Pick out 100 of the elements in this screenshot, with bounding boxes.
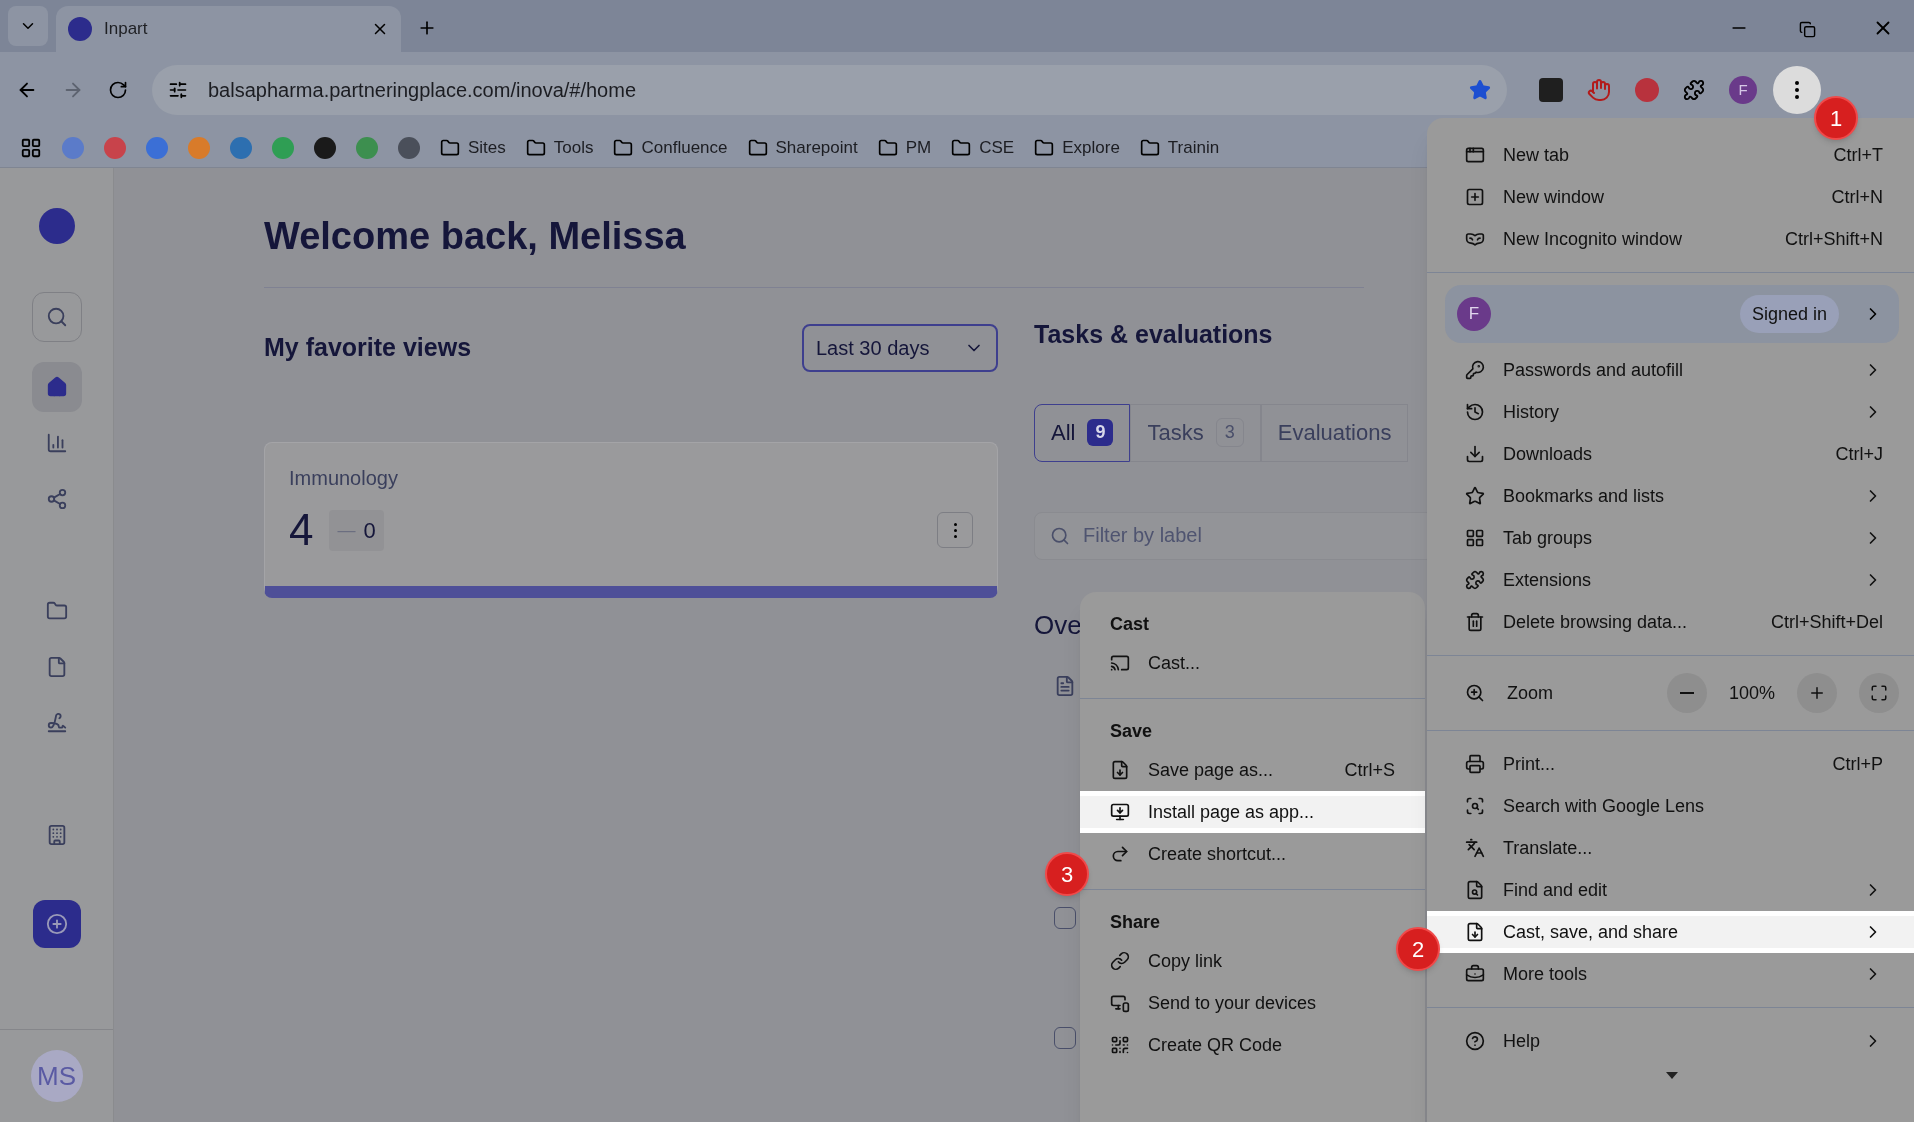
- section-title: My favorite views: [264, 332, 472, 364]
- new-window-icon: [1465, 187, 1485, 207]
- menu-item[interactable]: Find and edit: [1427, 869, 1914, 911]
- bookmark-folder[interactable]: Tools: [553, 134, 594, 161]
- translate-icon: [1465, 838, 1485, 858]
- minus-icon: [1679, 692, 1694, 694]
- app-logo-icon: [68, 17, 92, 41]
- star-icon[interactable]: [1469, 79, 1491, 101]
- menu-item[interactable]: Downloads Ctrl+J: [1427, 433, 1914, 475]
- folder-icon: [1034, 137, 1055, 158]
- menu-item[interactable]: Save page as... Ctrl+S: [1110, 749, 1395, 791]
- more-button[interactable]: [937, 512, 973, 548]
- address-bar[interactable]: balsapharma.partneringplace.com/inova/#/home: [152, 65, 1507, 115]
- zoom-in-button[interactable]: [1797, 673, 1837, 713]
- browser-tab[interactable]: Inpart: [56, 6, 401, 52]
- bookmark-folder[interactable]: CSE: [979, 134, 1015, 161]
- apps-icon[interactable]: [20, 136, 42, 159]
- count-badge: 3: [1215, 418, 1244, 447]
- menu-item[interactable]: Create shortcut...: [1110, 833, 1395, 875]
- bookmark-folder[interactable]: PM: [905, 134, 932, 161]
- site-icon[interactable]: [314, 136, 336, 159]
- bookmark-folder[interactable]: Sharepoint: [775, 134, 858, 161]
- count-badge: 9: [1087, 419, 1114, 446]
- menu-item[interactable]: Passwords and autofill: [1427, 349, 1914, 391]
- checkbox[interactable]: [1054, 906, 1076, 929]
- fullscreen-button[interactable]: [1859, 673, 1899, 713]
- shortcut-icon: [1110, 844, 1130, 864]
- tab-title: Inpart: [104, 18, 149, 41]
- app-logo-icon: [38, 208, 75, 244]
- star-icon: [1465, 486, 1485, 506]
- card-value: 4: [289, 504, 314, 556]
- section-title: Ove: [1034, 608, 1082, 642]
- restore-icon[interactable]: [1799, 21, 1816, 38]
- menu-item[interactable]: Extensions: [1427, 559, 1914, 601]
- bookmark-folder[interactable]: Sites: [468, 134, 506, 161]
- shortcut-text: Ctrl+Shift+N: [1784, 227, 1883, 251]
- more-icon: [953, 522, 957, 538]
- site-icon[interactable]: [398, 136, 420, 159]
- menu-item[interactable]: Search with Google Lens: [1427, 785, 1914, 827]
- sidebar-item[interactable]: [31, 292, 82, 342]
- date-range-dropdown[interactable]: Last 30 days: [802, 324, 998, 372]
- menu-item[interactable]: History: [1427, 391, 1914, 433]
- checkbox[interactable]: [1054, 1026, 1076, 1049]
- file-download-icon: [1465, 922, 1485, 942]
- profile-row[interactable]: F Signed in: [1445, 285, 1899, 343]
- menu-item[interactable]: Cast, save, and share: [1427, 911, 1914, 953]
- menu-item[interactable]: Delete browsing data... Ctrl+Shift+Del: [1427, 601, 1914, 643]
- menu-item[interactable]: Create QR Code: [1110, 1024, 1395, 1066]
- share-icon: [45, 488, 68, 510]
- folder-icon: [440, 137, 460, 158]
- link-icon: [1110, 951, 1130, 971]
- menu-item[interactable]: Help: [1427, 1020, 1914, 1062]
- shortcut-text: Ctrl+Shift+Del: [1770, 610, 1883, 634]
- puzzle-icon[interactable]: [1683, 79, 1705, 101]
- sidebar-item[interactable]: [31, 362, 82, 412]
- cast-icon: [1110, 653, 1130, 673]
- qr-code-icon: [1110, 1035, 1130, 1055]
- menu-item[interactable]: Send to your devices: [1110, 982, 1395, 1024]
- extension-icon[interactable]: [1635, 78, 1659, 102]
- profile-avatar[interactable]: F: [1729, 76, 1757, 104]
- shortcut-text: Ctrl+S: [1344, 758, 1395, 782]
- view-card[interactable]: Immunology 4 — 0: [264, 442, 998, 598]
- trash-icon: [1465, 612, 1485, 632]
- find-icon: [1465, 880, 1485, 900]
- scroll-down-icon: [1666, 1072, 1678, 1079]
- zoom-value: 100%: [1728, 681, 1775, 705]
- document-icon: [1054, 674, 1076, 697]
- menu-item[interactable]: Install page as app...: [1080, 791, 1425, 833]
- change-value: 0: [363, 516, 376, 545]
- menu-item[interactable]: Print... Ctrl+P: [1427, 743, 1914, 785]
- install-icon: [1110, 802, 1130, 822]
- folder-icon: [747, 137, 768, 158]
- home-icon: [45, 376, 68, 398]
- history-icon: [1465, 402, 1485, 422]
- section-title: Tasks & evaluations: [1034, 319, 1273, 350]
- menu-item[interactable]: Translate...: [1427, 827, 1914, 869]
- menu-item[interactable]: Copy link: [1110, 940, 1395, 982]
- grid-icon: [1465, 528, 1485, 548]
- menu-item[interactable]: Cast...: [1110, 642, 1395, 684]
- file-download-icon: [1110, 760, 1130, 780]
- add-button[interactable]: [32, 900, 81, 948]
- dash-text: —: [337, 518, 356, 542]
- bookmark-folder[interactable]: Trainin: [1167, 134, 1220, 161]
- zoom-label: Zoom: [1507, 681, 1554, 705]
- filter-tab[interactable]: All 9: [1034, 403, 1131, 462]
- folder-icon: [45, 600, 68, 622]
- menu-item[interactable]: New window Ctrl+N: [1427, 176, 1914, 218]
- bar-chart-icon: [45, 432, 68, 454]
- bookmark-folder[interactable]: Explore: [1062, 134, 1120, 161]
- bookmark-folder[interactable]: Confluence: [641, 134, 728, 161]
- hand-icon[interactable]: [1587, 78, 1611, 102]
- folder-icon: [951, 137, 972, 158]
- reload-icon[interactable]: [108, 80, 128, 100]
- menu-button[interactable]: [1773, 66, 1821, 114]
- more-icon: [1795, 81, 1799, 99]
- extension-icon[interactable]: [1539, 78, 1563, 102]
- menu-item[interactable]: New Incognito window Ctrl+Shift+N: [1427, 218, 1914, 260]
- site-settings-icon[interactable]: [168, 80, 188, 100]
- plus-icon: [45, 913, 68, 935]
- tab-icon: [1465, 145, 1485, 165]
